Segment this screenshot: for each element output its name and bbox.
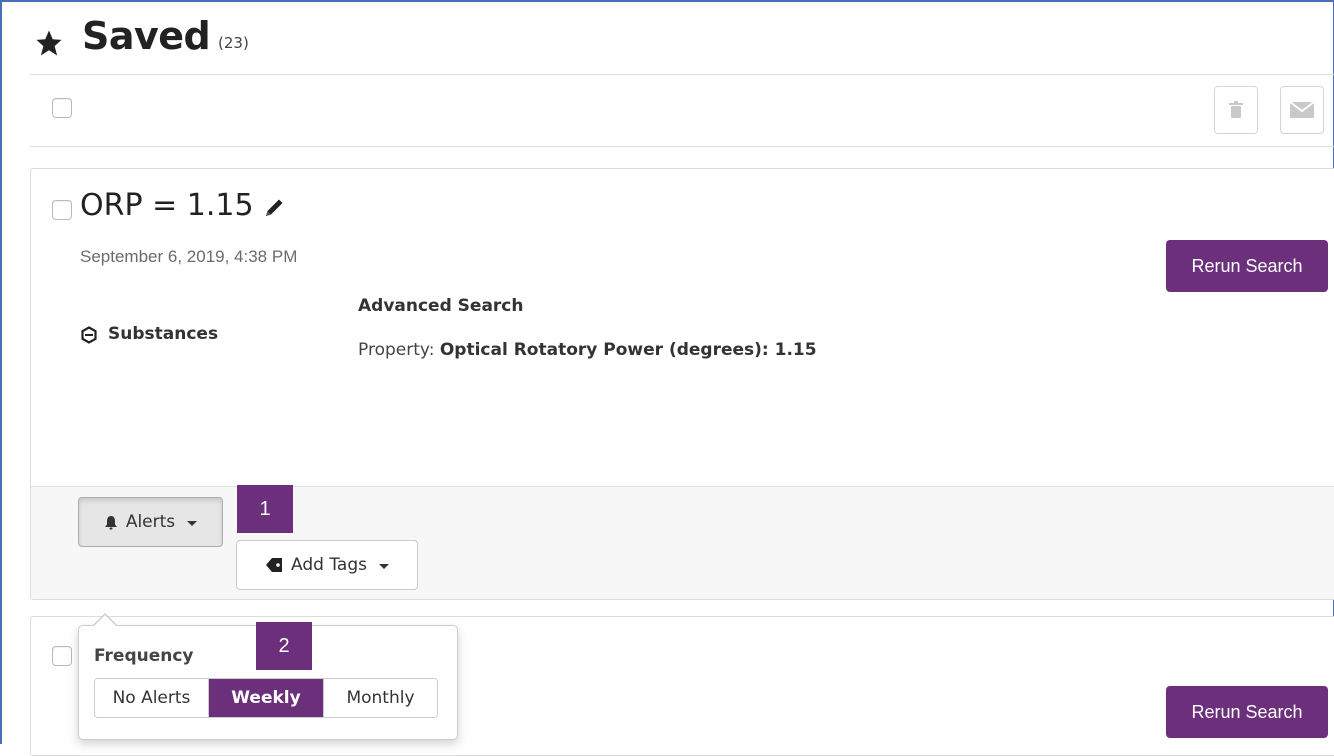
property-value: Optical Rotatory Power (degrees): 1.15	[439, 340, 817, 360]
rerun-search-button[interactable]: Rerun Search	[1166, 240, 1328, 292]
property-label: Property:	[358, 340, 435, 360]
alerts-label: Alerts	[125, 512, 176, 532]
search-criteria: Property: Optical Rotatory Power (degree…	[358, 340, 817, 360]
add-tags-dropdown-button[interactable]: Add Tags	[236, 540, 418, 590]
step-marker-2: 2	[256, 622, 312, 670]
select-all-checkbox[interactable]	[52, 98, 72, 118]
alerts-dropdown-button[interactable]: Alerts	[78, 497, 223, 547]
saved-count: (23)	[218, 34, 249, 52]
category-label: Substances	[108, 324, 219, 344]
tag-icon	[266, 558, 283, 572]
envelope-icon	[1289, 101, 1315, 118]
saved-search-checkbox[interactable]	[52, 200, 72, 220]
substance-icon	[81, 326, 97, 344]
frequency-label: Frequency	[94, 646, 194, 666]
bell-icon	[104, 515, 117, 529]
add-tags-label: Add Tags	[291, 555, 367, 575]
star-icon	[36, 30, 62, 56]
divider	[30, 74, 1334, 75]
delete-button[interactable]	[1214, 86, 1258, 134]
saved-search-title[interactable]: ORP = 1.15	[80, 188, 254, 223]
card-footer	[31, 486, 1334, 599]
page-title: Saved	[82, 14, 211, 58]
frequency-option-no-alerts[interactable]: No Alerts	[95, 679, 208, 717]
chevron-down-icon	[187, 520, 198, 526]
frequency-option-monthly[interactable]: Monthly	[323, 679, 437, 717]
rerun-search-button[interactable]: Rerun Search	[1166, 686, 1328, 738]
chevron-down-icon	[378, 563, 389, 569]
divider	[30, 146, 1334, 147]
email-button[interactable]	[1280, 86, 1324, 134]
search-type: Advanced Search	[358, 296, 524, 316]
pencil-icon[interactable]	[262, 196, 286, 220]
frequency-selector: No Alerts Weekly Monthly	[94, 678, 438, 718]
trash-icon	[1229, 101, 1243, 118]
step-marker-1: 1	[237, 485, 293, 533]
popover-arrow-inner	[94, 615, 116, 626]
frequency-option-weekly[interactable]: Weekly	[208, 679, 323, 717]
saved-search-checkbox[interactable]	[52, 646, 72, 666]
saved-search-date: September 6, 2019, 4:38 PM	[80, 247, 298, 266]
